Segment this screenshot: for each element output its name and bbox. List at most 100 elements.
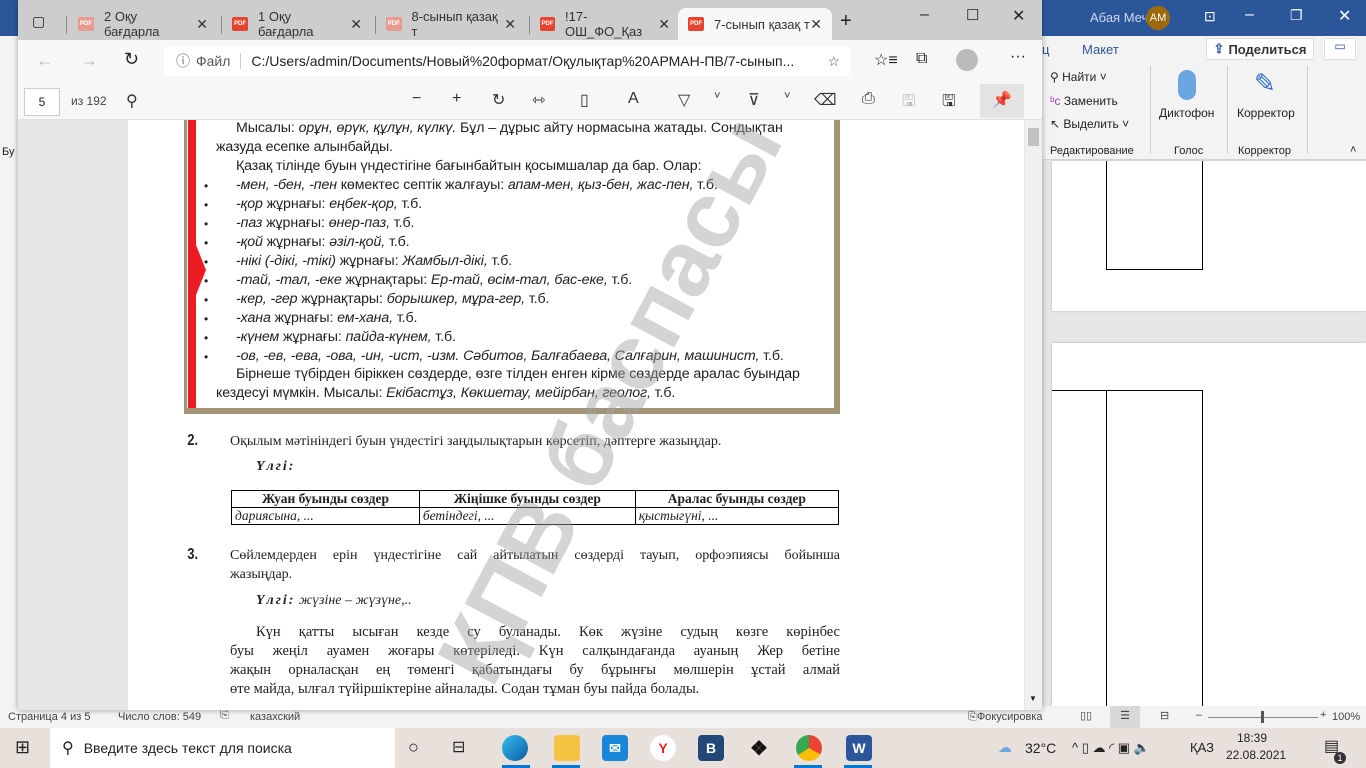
favorites-list-icon[interactable]: ☆≡ [874,50,898,70]
bullet-item: -кер, -гер жұрнақтары: борышкер, мұра-ге… [236,291,550,307]
web-layout-icon[interactable]: ⊟ [1160,709,1169,722]
collapse-ribbon-icon[interactable]: ˄ [1350,144,1356,156]
scroll-down-arrow[interactable]: ▼ [1029,694,1037,703]
zoom-out-button[interactable]: – [1196,709,1202,721]
cortana-icon[interactable]: ○ [408,737,419,758]
taskbar-search-input[interactable]: ⚲ Введите здесь текст для поиска [50,728,395,768]
maximize-button[interactable]: ☐ [966,6,979,24]
dropbox-icon[interactable]: ❖ [746,735,772,761]
close-tab-icon[interactable]: ✕ [196,16,208,33]
zoom-out-icon[interactable]: − [412,90,421,108]
close-tab-icon[interactable]: ✕ [350,16,362,33]
replace-button[interactable]: ᵇc Заменить [1050,94,1118,108]
word-count[interactable]: Число слов: 549 [118,711,201,723]
tab[interactable]: PDF 1 Оқу бағдарла ✕ [222,8,372,40]
new-tab-button[interactable]: + [840,10,852,33]
notification-badge: 1 [1334,752,1346,764]
save-icon[interactable]: 🖫 [902,90,916,117]
word-taskbar-icon[interactable]: W [846,735,872,761]
tab-title: 1 Оқу бағдарла [258,9,314,39]
collections-icon[interactable]: ⧉ [916,50,927,68]
draw-options-chevron[interactable]: ˅ [714,90,720,102]
close-button[interactable]: ✕ [1338,6,1351,26]
tab-active[interactable]: PDF 7-сынып қазақ т ✕ [678,8,832,40]
ribbon-display-icon[interactable]: ⊡ [1204,8,1216,25]
editor-button[interactable]: Корректор [1237,106,1295,120]
microphone-icon[interactable] [1178,70,1196,100]
zoom-slider[interactable] [1208,711,1318,723]
focus-button[interactable]: ⎘Фокусировка [968,711,1043,724]
minimize-button[interactable]: – [920,6,929,24]
tab[interactable]: PDF !17-ОШ_ФО_Қаз ✕ [530,8,680,40]
table-cell: бетіндегі, ... [418,507,636,525]
avatar[interactable]: AM [1146,6,1170,30]
highlight-options-chevron[interactable]: ˅ [784,90,790,102]
read-mode-icon[interactable]: ▯▯ [1080,709,1092,722]
close-window-button[interactable]: ✕ [1012,6,1025,26]
fit-width-icon[interactable]: ⇿ [532,90,545,110]
mail-icon[interactable]: ✉ [602,735,628,761]
comments-button[interactable]: ▭ [1324,38,1356,60]
tab-title: 8-сынып қазақ т [411,9,498,39]
clock-time[interactable]: 18:39 [1237,731,1267,745]
proofing-icon[interactable]: ⎘ [220,709,229,722]
windows-start-icon[interactable]: ⊞ [15,737,30,758]
close-tab-icon[interactable]: ✕ [504,16,516,33]
forward-button[interactable]: → [80,50,98,71]
select-button[interactable]: ↖ Выделить ˅ [1050,117,1129,131]
page-count[interactable]: Страница 4 из 5 [8,711,90,723]
address-bar[interactable]: ⓘ Файл C:/Users/admin/Documents/Новый%20… [164,46,850,76]
weather-icon[interactable]: ☁ [998,739,1012,756]
refresh-button[interactable]: ↻ [124,49,139,70]
more-menu-icon[interactable]: ··· [1010,48,1026,66]
clock-date[interactable]: 22.08.2021 [1226,748,1286,762]
scrollbar-thumb[interactable] [1028,128,1039,146]
zoom-level[interactable]: 100% [1332,711,1360,723]
save-as-icon[interactable]: 🖫 [942,90,956,117]
add-favorite-icon[interactable]: ☆ [827,53,840,70]
page-view-icon[interactable]: ▯ [580,90,589,110]
task-view-icon[interactable]: ⊟ [452,737,465,757]
vertical-scrollbar[interactable]: ▲ ▼ [1025,120,1042,710]
tab[interactable]: PDF 8-сынып қазақ т ✕ [376,8,526,40]
read-aloud-icon[interactable]: A [628,90,639,108]
language[interactable]: казахский [250,711,300,723]
b-app-icon[interactable]: B [698,735,724,761]
restore-button[interactable]: ❐ [1290,7,1303,24]
tab-actions-icon[interactable]: ▢ [32,13,45,30]
print-layout-icon[interactable]: ☰ [1110,706,1140,728]
weather-temp[interactable]: 32°C [1025,740,1056,756]
input-language[interactable]: ҚАЗ [1190,740,1214,755]
close-tab-icon[interactable]: ✕ [658,16,670,33]
bullet-item: -паз жұрнағы: өнер-паз, т.б. [236,215,415,231]
pin-toolbar-button[interactable]: 📌 [980,84,1024,118]
file-explorer-icon[interactable] [554,735,580,761]
profile-icon[interactable] [956,49,978,71]
tray-chevron-icon[interactable]: ^ ▯ ☁ ◜ ▣ 🔈 [1072,740,1150,756]
draw-icon[interactable]: ▽ [678,90,690,110]
url-text[interactable]: C:/Users/admin/Documents/Новый%20формат/… [251,53,794,69]
share-button[interactable]: ⇪ Поделиться [1206,38,1314,60]
yandex-icon[interactable]: Y [650,735,676,761]
back-button[interactable]: ← [36,50,54,71]
page-number-input[interactable]: 5 [24,88,60,116]
search-icon[interactable]: ⚲ [126,91,138,111]
highlight-icon[interactable]: ⊽ [748,90,760,110]
close-tab-icon[interactable]: ✕ [810,16,822,33]
info-icon[interactable]: ⓘ [176,51,190,71]
tab-partial[interactable]: ц [1042,42,1049,57]
bullet-icon: • [204,312,209,326]
tab[interactable]: PDF 2 Оқу бағдарла ✕ [68,8,218,40]
chrome-icon[interactable] [796,735,822,761]
print-icon[interactable]: ⎙ [862,90,875,108]
zoom-in-button[interactable]: + [1320,709,1326,721]
minimize-button[interactable]: – [1245,6,1254,24]
zoom-in-icon[interactable]: + [452,90,461,108]
dictate-button[interactable]: Диктофон [1159,106,1214,120]
tab-layout[interactable]: Макет [1082,42,1119,57]
rotate-icon[interactable]: ↻ [492,90,505,110]
zoom-slider-thumb[interactable] [1261,711,1264,723]
edge-taskbar-icon[interactable] [502,735,528,761]
eraser-icon[interactable]: ⌫ [814,90,837,110]
find-button[interactable]: ⚲ Найти ˅ [1050,70,1107,84]
